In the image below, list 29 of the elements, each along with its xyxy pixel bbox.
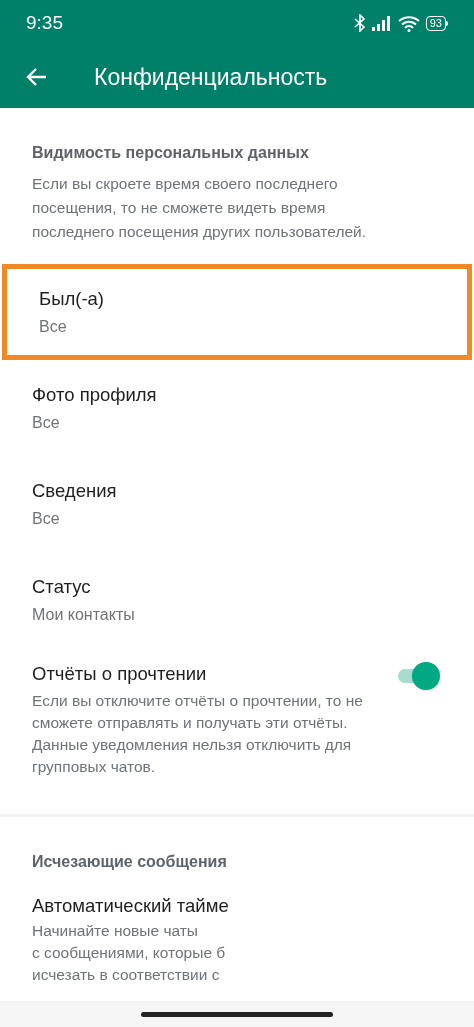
- setting-value: Все: [39, 317, 68, 338]
- setting-value: Все: [32, 413, 61, 434]
- battery-icon: 93: [425, 15, 448, 31]
- privacy-setting-row[interactable]: Был(-а) Все: [2, 264, 472, 360]
- setting-description-line: Начинайте новые чаты: [32, 920, 199, 941]
- setting-title: Сведения: [32, 478, 118, 503]
- toggle-switch[interactable]: [396, 662, 440, 690]
- wifi-icon: [397, 14, 420, 32]
- section-heading: Видимость персональных данных: [32, 143, 310, 163]
- setting-value: Все: [32, 509, 61, 530]
- setting-description: Если вы отключите отчёты о прочтении, то не сможете отправлять и получать эти отчёты. Данные уведомления нельзя отключить для групповых чатов.: [32, 690, 364, 777]
- section-heading: Исчезающие сообщения: [32, 851, 228, 872]
- setting-title: Автоматический тайме: [32, 893, 230, 918]
- screen-title: Конфиденциальность: [94, 62, 328, 92]
- setting-title: Статус: [32, 574, 92, 599]
- bluetooth-icon: [353, 14, 366, 32]
- privacy-setting-row[interactable]: Фото профиля Все: [0, 360, 474, 456]
- section-description: Если вы скроете время своего последнего посещения, то не сможете видеть время последнего посещения других пользователей.: [32, 174, 367, 242]
- setting-value: Мои контакты: [32, 605, 136, 626]
- privacy-setting-row[interactable]: Сведения Все: [0, 456, 474, 552]
- home-indicator[interactable]: [141, 1011, 333, 1017]
- privacy-setting-row[interactable]: Статус Мои контакты: [0, 552, 474, 648]
- setting-title: Фото профиля: [32, 382, 158, 407]
- setting-description-line: исчезать в соответствии с: [32, 964, 221, 985]
- setting-description-line: с сообщениями, которые б: [32, 942, 227, 963]
- clock: 9:35: [26, 10, 63, 35]
- setting-title: Отчёты о прочтении: [32, 662, 208, 686]
- setting-title: Был(-а): [39, 286, 105, 311]
- signal-icon: [371, 15, 392, 31]
